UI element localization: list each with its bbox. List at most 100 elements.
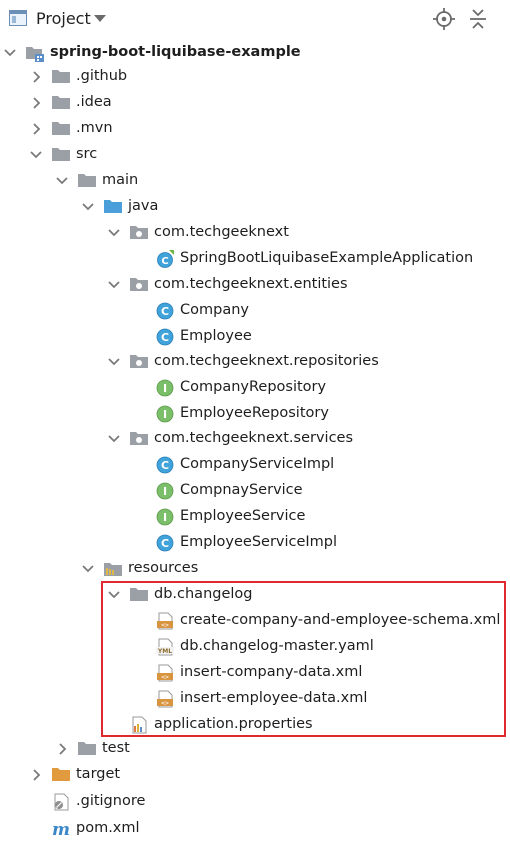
collapse-all-icon[interactable] bbox=[469, 9, 487, 29]
tree-item-label: EmployeeService bbox=[180, 508, 306, 524]
interface-icon: I bbox=[156, 482, 174, 500]
tree-item-label: src bbox=[76, 146, 98, 162]
tree-row[interactable]: C Employee bbox=[0, 324, 510, 350]
tree-row[interactable]: m pom.xml bbox=[0, 816, 510, 842]
tree-item-label: .idea bbox=[76, 94, 112, 110]
tree-row[interactable]: main bbox=[0, 168, 510, 194]
tree-item-label: com.techgeeknext.services bbox=[154, 430, 354, 446]
chevron-right-icon[interactable] bbox=[54, 736, 74, 762]
tree-item-label: com.techgeeknext.entities bbox=[154, 276, 348, 292]
resources-folder-icon bbox=[104, 560, 122, 578]
tree-item-label: test bbox=[102, 740, 130, 756]
tree-item-label: com.techgeeknext bbox=[154, 224, 289, 240]
class-icon: C bbox=[156, 328, 174, 346]
tree-row[interactable]: application.properties bbox=[0, 712, 510, 738]
tree-item-label: db.changelog-master.yaml bbox=[180, 638, 374, 654]
tree-row[interactable]: spring-boot-liquibase-example bbox=[0, 40, 510, 66]
folder-icon bbox=[52, 146, 70, 164]
interface-icon: I bbox=[156, 405, 174, 423]
chevron-down-icon[interactable] bbox=[94, 15, 106, 23]
tree-row[interactable]: db.changelog bbox=[0, 582, 510, 608]
spring-boot-class-icon: C bbox=[156, 250, 174, 268]
tree-item-label: SpringBootLiquibaseExampleApplication bbox=[180, 250, 474, 266]
tree-row[interactable]: <> create-company-and-employee-schema.xml bbox=[0, 608, 510, 634]
tree-row[interactable]: C EmployeeServiceImpl bbox=[0, 530, 510, 556]
svg-text:C: C bbox=[161, 331, 169, 344]
chevron-down-icon[interactable] bbox=[80, 194, 100, 220]
tree-row[interactable]: .github bbox=[0, 64, 510, 90]
svg-text:C: C bbox=[161, 459, 169, 472]
yaml-file-icon: YML bbox=[156, 638, 174, 656]
tree-row[interactable]: com.techgeeknext.services bbox=[0, 426, 510, 452]
tree-row[interactable]: resources bbox=[0, 556, 510, 582]
folder-icon bbox=[52, 68, 70, 86]
tree-row[interactable]: <> insert-company-data.xml bbox=[0, 660, 510, 686]
tree-row[interactable]: C CompanyServiceImpl bbox=[0, 452, 510, 478]
tree-item-label: resources bbox=[128, 560, 199, 576]
chevron-right-icon[interactable] bbox=[28, 90, 48, 116]
tree-row[interactable]: I CompanyRepository bbox=[0, 375, 510, 401]
tree-row[interactable]: .idea bbox=[0, 90, 510, 116]
folder-icon bbox=[52, 94, 70, 112]
class-icon: C bbox=[156, 534, 174, 552]
crosshair-icon[interactable] bbox=[433, 8, 455, 30]
svg-text:m: m bbox=[52, 820, 70, 838]
svg-text:<>: <> bbox=[161, 699, 169, 707]
chevron-down-icon[interactable] bbox=[2, 40, 22, 66]
chevron-down-icon[interactable] bbox=[80, 556, 100, 582]
folder-icon bbox=[52, 120, 70, 138]
tree-row[interactable]: I EmployeeService bbox=[0, 504, 510, 530]
chevron-right-icon[interactable] bbox=[28, 116, 48, 142]
tree-item-label: .github bbox=[76, 68, 128, 84]
tree-item-label: CompanyServiceImpl bbox=[180, 456, 335, 472]
interface-icon: I bbox=[156, 379, 174, 397]
tree-item-label: CompnayService bbox=[180, 482, 303, 498]
tree-item-label: pom.xml bbox=[76, 820, 140, 836]
svg-text:<>: <> bbox=[161, 621, 169, 629]
gitignore-file-icon bbox=[52, 793, 70, 811]
tree-row[interactable]: I CompnayService bbox=[0, 478, 510, 504]
tree-row[interactable]: C SpringBootLiquibaseExampleApplication bbox=[0, 246, 510, 272]
tree-row[interactable]: com.techgeeknext.entities bbox=[0, 272, 510, 298]
tree-item-label: EmployeeServiceImpl bbox=[180, 534, 338, 550]
tree-item-label: insert-employee-data.xml bbox=[180, 690, 368, 706]
tree-row[interactable]: test bbox=[0, 736, 510, 762]
package-icon bbox=[130, 276, 148, 294]
svg-text:YML: YML bbox=[157, 648, 172, 655]
chevron-down-icon[interactable] bbox=[28, 142, 48, 168]
tree-item-label: Employee bbox=[180, 328, 252, 344]
tree-row[interactable]: I EmployeeRepository bbox=[0, 401, 510, 427]
chevron-down-icon[interactable] bbox=[106, 349, 126, 375]
tree-item-label: .mvn bbox=[76, 120, 113, 136]
tree-row[interactable]: com.techgeeknext.repositories bbox=[0, 349, 510, 375]
tree-row[interactable]: YML db.changelog-master.yaml bbox=[0, 634, 510, 660]
svg-text:C: C bbox=[161, 305, 169, 318]
chevron-down-icon[interactable] bbox=[106, 272, 126, 298]
tree-item-label: Company bbox=[180, 302, 249, 318]
chevron-right-icon[interactable] bbox=[28, 64, 48, 90]
chevron-down-icon[interactable] bbox=[54, 168, 74, 194]
svg-text:I: I bbox=[163, 511, 167, 524]
source-folder-icon bbox=[104, 198, 122, 216]
interface-icon: I bbox=[156, 508, 174, 526]
chevron-down-icon[interactable] bbox=[106, 426, 126, 452]
tree-row[interactable]: C Company bbox=[0, 298, 510, 324]
chevron-down-icon[interactable] bbox=[106, 582, 126, 608]
tree-row[interactable]: .gitignore bbox=[0, 789, 510, 815]
chevron-down-icon[interactable] bbox=[106, 220, 126, 246]
tree-row[interactable]: target bbox=[0, 762, 510, 788]
svg-text:I: I bbox=[163, 382, 167, 395]
chevron-right-icon[interactable] bbox=[28, 762, 48, 788]
tree-row[interactable]: src bbox=[0, 142, 510, 168]
tree-row[interactable]: java bbox=[0, 194, 510, 220]
svg-text:<>: <> bbox=[161, 673, 169, 681]
module-icon bbox=[26, 44, 44, 62]
tree-row[interactable]: .mvn bbox=[0, 116, 510, 142]
svg-text:C: C bbox=[161, 256, 168, 267]
properties-file-icon bbox=[130, 716, 148, 734]
tree-row[interactable]: <> insert-employee-data.xml bbox=[0, 686, 510, 712]
tree-item-label: .gitignore bbox=[76, 793, 146, 809]
tree-row[interactable]: com.techgeeknext bbox=[0, 220, 510, 246]
project-view-title[interactable]: Project bbox=[36, 9, 91, 28]
tree-item-label: spring-boot-liquibase-example bbox=[50, 44, 301, 60]
